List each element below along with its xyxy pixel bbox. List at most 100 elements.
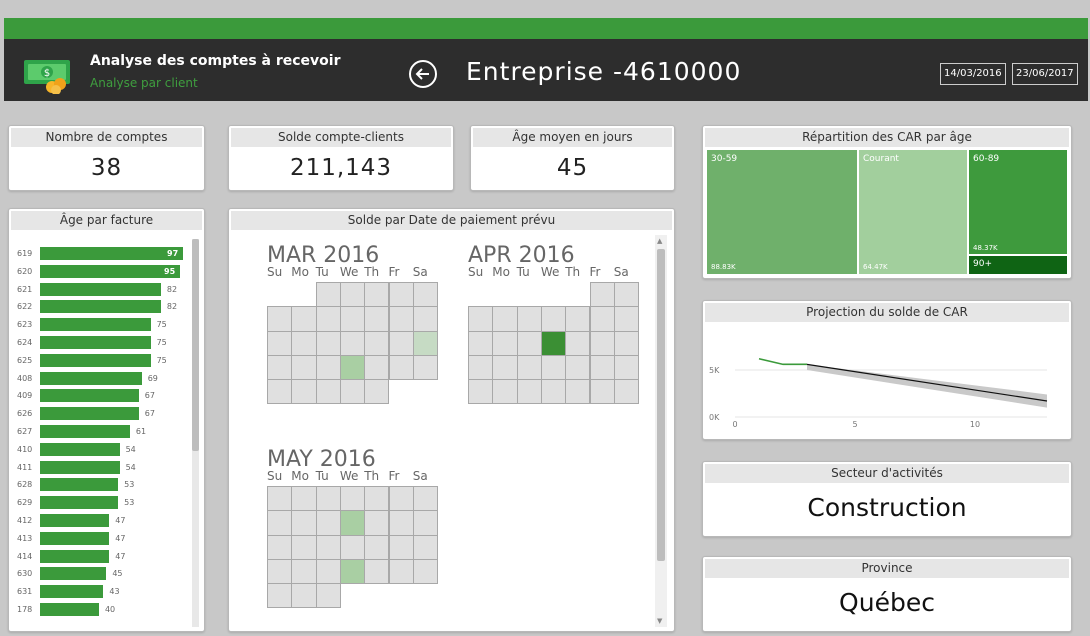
calendar-day-cell[interactable] bbox=[613, 330, 640, 356]
calendar-day-cell[interactable] bbox=[388, 534, 414, 560]
table-row[interactable]: 410 54 bbox=[9, 442, 193, 457]
age-bar[interactable] bbox=[40, 460, 120, 474]
calendar-day-cell[interactable] bbox=[364, 486, 390, 512]
age-bar[interactable] bbox=[40, 496, 119, 510]
calendar-day-cell[interactable] bbox=[412, 510, 439, 536]
table-row[interactable]: 414 47 bbox=[9, 549, 193, 564]
calendar-day-cell[interactable] bbox=[315, 306, 341, 332]
calendar-day-cell[interactable] bbox=[516, 330, 542, 356]
calendar-day-cell[interactable] bbox=[613, 379, 640, 405]
calendar-day-cell[interactable] bbox=[468, 379, 494, 405]
date-end-filter[interactable]: 23/06/2017 bbox=[1012, 63, 1078, 85]
scroll-down-icon[interactable]: ▼ bbox=[657, 617, 662, 625]
table-row[interactable]: 622 82 bbox=[9, 300, 193, 314]
date-start-filter[interactable]: 14/03/2016 bbox=[940, 63, 1006, 85]
age-bar[interactable] bbox=[40, 407, 139, 421]
calendar-day-cell[interactable] bbox=[364, 330, 390, 356]
calendar-day-cell[interactable] bbox=[388, 282, 414, 308]
age-bar[interactable] bbox=[40, 336, 151, 349]
calendar-day-cell[interactable] bbox=[412, 534, 439, 560]
calendar-day-cell[interactable] bbox=[339, 306, 366, 332]
calendar-day-cell[interactable] bbox=[589, 379, 615, 405]
calendar-day-cell[interactable] bbox=[364, 282, 390, 308]
calendar-day-cell[interactable] bbox=[412, 354, 439, 381]
calendar-day-cell[interactable] bbox=[492, 379, 518, 405]
calendar-day-cell[interactable] bbox=[492, 354, 518, 381]
calendar-day-cell[interactable] bbox=[388, 330, 414, 356]
age-bar[interactable] bbox=[40, 549, 110, 563]
calendar-day-cell[interactable] bbox=[315, 354, 341, 381]
age-bar[interactable] bbox=[40, 585, 104, 599]
age-bar[interactable] bbox=[40, 425, 130, 438]
age-bar[interactable] bbox=[40, 531, 110, 545]
scrollbar[interactable]: ▲ ▼ bbox=[655, 235, 667, 627]
calendar-day-cell[interactable] bbox=[291, 486, 317, 512]
calendar-day-cell[interactable] bbox=[339, 534, 366, 560]
calendar-day-cell[interactable] bbox=[565, 306, 591, 332]
calendar-day-cell[interactable] bbox=[267, 486, 293, 512]
age-bar[interactable] bbox=[40, 282, 161, 296]
table-row[interactable]: 619 97 bbox=[9, 247, 193, 261]
calendar-day-cell[interactable] bbox=[339, 379, 366, 405]
calendar-day-cell[interactable] bbox=[540, 379, 567, 405]
calendar-day-cell[interactable] bbox=[339, 510, 366, 536]
calendar-day-cell[interactable] bbox=[468, 330, 494, 356]
age-bar[interactable] bbox=[40, 318, 151, 332]
calendar-day-cell[interactable] bbox=[589, 330, 615, 356]
calendar-day-cell[interactable] bbox=[388, 486, 414, 512]
calendar-day-cell[interactable] bbox=[315, 534, 341, 560]
calendar-day-cell[interactable] bbox=[267, 354, 293, 381]
calendar-day-cell[interactable] bbox=[516, 379, 542, 405]
calendar-day-cell[interactable] bbox=[267, 330, 293, 356]
calendar-day-cell[interactable] bbox=[267, 379, 293, 405]
calendar-day-cell[interactable] bbox=[315, 282, 341, 308]
calendar-day-cell[interactable] bbox=[468, 306, 494, 332]
calendar-day-cell[interactable] bbox=[589, 306, 615, 332]
calendar-day-cell[interactable] bbox=[412, 306, 439, 332]
calendar-day-cell[interactable] bbox=[540, 330, 567, 356]
table-row[interactable]: 630 45 bbox=[9, 567, 193, 581]
calendar-day-cell[interactable] bbox=[412, 330, 439, 356]
age-bar[interactable] bbox=[40, 371, 142, 385]
calendar-day-cell[interactable] bbox=[339, 486, 366, 512]
table-row[interactable]: 621 82 bbox=[9, 282, 193, 297]
table-row[interactable]: 627 61 bbox=[9, 425, 193, 439]
calendar-day-cell[interactable] bbox=[388, 510, 414, 536]
calendar-day-cell[interactable] bbox=[267, 534, 293, 560]
age-bar[interactable] bbox=[40, 603, 99, 616]
scroll-up-icon[interactable]: ▲ bbox=[657, 237, 662, 245]
calendar-day-cell[interactable] bbox=[291, 330, 317, 356]
age-bar[interactable] bbox=[40, 353, 151, 367]
scrollbar-thumb[interactable] bbox=[657, 249, 665, 561]
calendar-day-cell[interactable] bbox=[589, 282, 615, 308]
age-bar[interactable] bbox=[40, 478, 119, 492]
calendar-day-cell[interactable] bbox=[291, 510, 317, 536]
calendar-day-cell[interactable] bbox=[364, 558, 390, 585]
age-bar[interactable] bbox=[40, 264, 181, 278]
calendar-day-cell[interactable] bbox=[589, 354, 615, 381]
table-row[interactable]: 412 47 bbox=[9, 514, 193, 528]
calendar-day-cell[interactable] bbox=[565, 379, 591, 405]
calendar-day-cell[interactable] bbox=[315, 379, 341, 405]
age-bar[interactable] bbox=[40, 514, 110, 527]
table-row[interactable]: 628 53 bbox=[9, 478, 193, 492]
table-row[interactable]: 626 67 bbox=[9, 407, 193, 421]
calendar-day-cell[interactable] bbox=[364, 510, 390, 536]
calendar-day-cell[interactable] bbox=[468, 354, 494, 381]
calendar-day-cell[interactable] bbox=[339, 558, 366, 585]
calendar-day-cell[interactable] bbox=[267, 510, 293, 536]
calendar-day-cell[interactable] bbox=[267, 583, 293, 609]
calendar-day-cell[interactable] bbox=[388, 354, 414, 381]
age-bar[interactable] bbox=[40, 389, 139, 403]
calendar-day-cell[interactable] bbox=[492, 330, 518, 356]
calendar-day-cell[interactable] bbox=[412, 486, 439, 512]
calendar-day-cell[interactable] bbox=[565, 330, 591, 356]
table-row[interactable]: 629 53 bbox=[9, 496, 193, 510]
calendar-day-cell[interactable] bbox=[339, 282, 366, 308]
calendar-day-cell[interactable] bbox=[315, 510, 341, 536]
calendar-day-cell[interactable] bbox=[291, 354, 317, 381]
treemap-cell[interactable]: Courant 64.47K bbox=[859, 150, 967, 274]
calendar-day-cell[interactable] bbox=[412, 282, 439, 308]
table-row[interactable]: 413 47 bbox=[9, 531, 193, 546]
calendar-day-cell[interactable] bbox=[291, 379, 317, 405]
